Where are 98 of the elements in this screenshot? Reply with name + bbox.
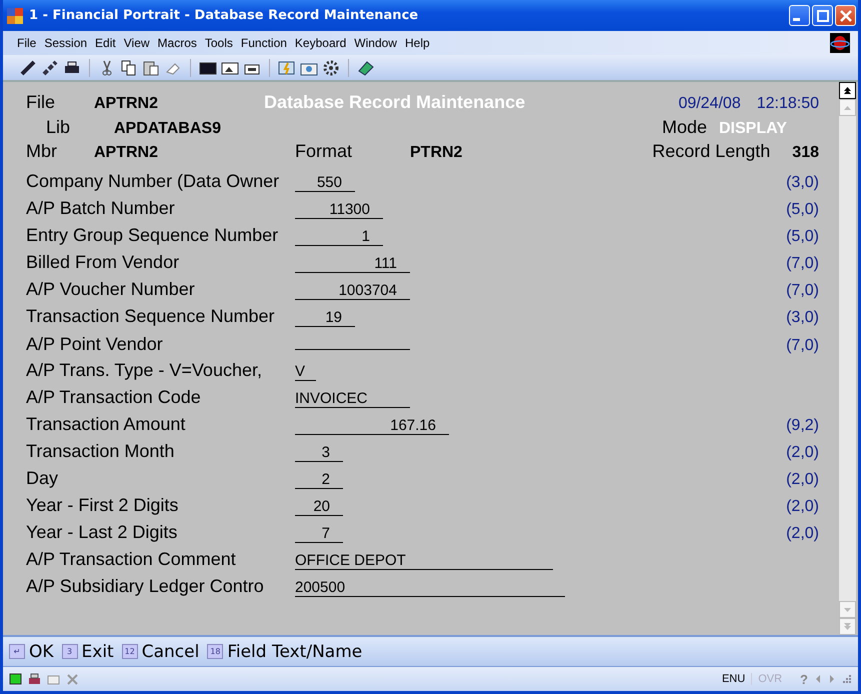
language-indicator: ENU <box>722 673 746 685</box>
record-length-value: 318 <box>792 144 819 162</box>
input-field[interactable]: 2 <box>295 472 343 489</box>
function-key-button[interactable]: 12 Cancel <box>122 642 200 662</box>
vertical-scrollbar[interactable] <box>839 82 856 635</box>
menu-item[interactable]: Edit <box>95 36 116 50</box>
menu-item[interactable]: View <box>124 36 150 50</box>
field-label: File <box>26 92 56 113</box>
double-up-arrow-icon <box>843 86 852 95</box>
mode-text: DISPLAY <box>719 120 788 138</box>
field-label: Format <box>295 141 354 162</box>
minimize-icon <box>793 18 800 21</box>
file-name: APTRN2 <box>94 95 160 113</box>
input-field[interactable]: 200500 <box>295 580 565 597</box>
app-icon <box>7 8 23 24</box>
menu-item[interactable]: Help <box>404 36 430 50</box>
logo-icon <box>830 33 850 53</box>
field-length-text: (2,0) <box>786 471 819 489</box>
field-label: Company Number (Data Owner <box>26 171 280 192</box>
input-field[interactable]: 7 <box>295 526 343 543</box>
field-label: A/P Transaction Comment <box>26 549 237 570</box>
input-field[interactable]: 167.16 <box>295 418 449 435</box>
copy-icon[interactable] <box>120 58 138 76</box>
menu-item[interactable]: Function <box>240 36 287 50</box>
field-label: A/P Subsidiary Ledger Contro <box>26 576 265 597</box>
double-down-arrow-icon <box>843 622 852 631</box>
gear-icon[interactable] <box>322 58 340 76</box>
screen-title: Database Record Maintenance <box>264 92 526 113</box>
date-text: 09/24/08 <box>678 95 741 113</box>
close-button[interactable] <box>835 5 856 26</box>
field-label: Day <box>26 468 60 489</box>
library-name: APDATABAS9 <box>114 120 221 138</box>
menu-item[interactable]: Window <box>354 36 397 50</box>
field-label: A/P Trans. Type - V=Voucher, <box>26 360 263 381</box>
menu-item[interactable]: Tools <box>204 36 233 50</box>
field-label: Year - Last 2 Digits <box>26 522 178 543</box>
input-field[interactable]: INVOICEC <box>295 391 410 408</box>
field-length-text: (3,0) <box>786 174 819 192</box>
menu-item[interactable]: File <box>17 36 36 50</box>
macro-icon[interactable] <box>278 58 296 76</box>
input-field[interactable]: 3 <box>295 445 343 462</box>
overwrite-indicator: OVR <box>751 673 782 685</box>
close-icon <box>840 10 852 22</box>
field-label: A/P Batch Number <box>26 198 176 219</box>
field-label: Record Length <box>652 141 770 162</box>
field-label: Billed From Vendor <box>26 252 180 273</box>
field-label: A/P Point Vendor <box>26 334 164 355</box>
resize-grip-icon[interactable] <box>842 674 852 684</box>
menu-item[interactable]: Macros <box>158 36 197 50</box>
field-length-text: (5,0) <box>786 228 819 246</box>
input-field[interactable]: 550 <box>295 175 355 192</box>
minimize-button[interactable] <box>789 5 810 26</box>
field-label: Mbr <box>26 141 58 162</box>
field-length-text: (3,0) <box>786 309 819 327</box>
monitor-icon <box>9 672 22 686</box>
function-key-button[interactable]: ↵ OK <box>9 642 54 662</box>
input-field[interactable]: V <box>295 364 316 381</box>
input-field[interactable]: 20 <box>295 499 343 516</box>
function-key-button[interactable]: 3 Exit <box>62 642 114 662</box>
format-name: PTRN2 <box>410 144 462 162</box>
field-length-text: (2,0) <box>786 525 819 543</box>
down-arrow-icon <box>843 606 852 612</box>
field-label: Entry Group Sequence Number <box>26 225 280 246</box>
maximize-button[interactable] <box>812 5 833 26</box>
field-label: Mode <box>662 117 707 138</box>
field-length-text: (9,2) <box>786 417 819 435</box>
menu-item[interactable]: Session <box>44 36 88 50</box>
field-label: Transaction Amount <box>26 414 186 435</box>
window-title: 1 - Financial Portrait - Database Record Maintenance <box>29 8 418 23</box>
field-length-text: (7,0) <box>786 337 819 355</box>
member-name: APTRN2 <box>94 144 160 162</box>
maximize-icon <box>816 10 828 22</box>
field-length-text: (5,0) <box>786 201 819 219</box>
field-length-text: (2,0) <box>786 498 819 516</box>
time-text: 12:18:50 <box>756 95 819 113</box>
up-arrow-icon <box>843 104 852 110</box>
input-field[interactable]: 19 <box>295 310 355 327</box>
field-label: Transaction Sequence Number <box>26 306 276 327</box>
field-length-text: (7,0) <box>786 255 819 273</box>
help-indicator: ? <box>800 672 808 686</box>
page-up-button[interactable] <box>839 82 856 99</box>
print-icon <box>28 672 41 686</box>
keyboard-icon <box>47 672 60 686</box>
function-key-button[interactable]: 18 Field Text/Name <box>207 642 362 662</box>
input-field[interactable]: OFFICE DEPOT <box>295 553 553 570</box>
field-label: A/P Voucher Number <box>26 279 196 300</box>
field-label: A/P Transaction Code <box>26 387 202 408</box>
menu-item[interactable]: Keyboard <box>294 36 346 50</box>
field-label: Lib <box>45 117 72 138</box>
input-field[interactable]: 111 <box>295 256 410 273</box>
field-length-text: (2,0) <box>786 444 819 462</box>
paste-icon[interactable] <box>142 58 160 76</box>
field-label: Year - First 2 Digits <box>26 495 180 516</box>
input-field[interactable]: 11300 <box>295 202 383 219</box>
input-field[interactable]: 1003704 <box>295 283 410 300</box>
field-label: Transaction Month <box>26 441 176 462</box>
input-field[interactable]: 1 <box>295 229 383 246</box>
field-length-text: (7,0) <box>786 282 819 300</box>
